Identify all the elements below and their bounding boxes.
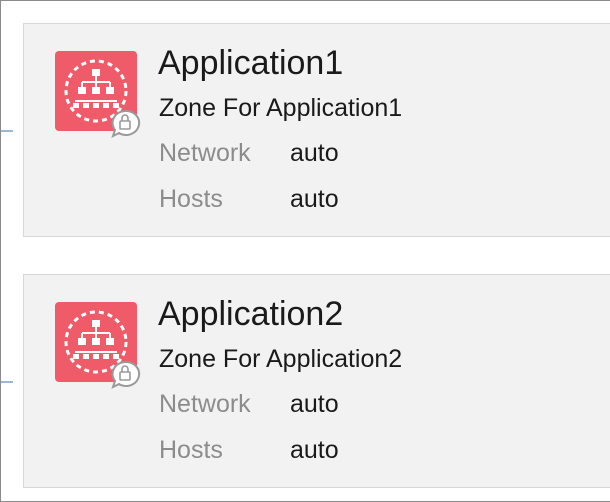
hosts-value: auto <box>290 436 339 464</box>
network-value: auto <box>290 139 339 167</box>
chat-lock-badge-icon <box>111 360 141 389</box>
hosts-label: Hosts <box>159 436 223 464</box>
zone-network-icon <box>55 51 141 138</box>
zone-name: Zone For Application2 <box>159 345 403 373</box>
network-label: Network <box>159 139 251 167</box>
application-name[interactable]: Application1 <box>158 44 343 83</box>
zone-card-application2[interactable]: Application2 Zone For Application2 Netwo… <box>23 274 610 488</box>
hosts-label: Hosts <box>159 185 223 213</box>
hosts-value: auto <box>290 185 339 213</box>
connector-line <box>1 130 13 132</box>
zone-card-application1[interactable]: Application1 Zone For Application1 Netwo… <box>23 23 610 237</box>
chat-lock-badge-icon <box>111 109 141 138</box>
connector-line <box>1 381 13 383</box>
network-value: auto <box>290 390 339 418</box>
zone-list-panel: Application1 Zone For Application1 Netwo… <box>0 0 610 502</box>
zone-name: Zone For Application1 <box>159 94 403 122</box>
zone-network-icon <box>55 302 141 389</box>
application-name[interactable]: Application2 <box>158 295 343 334</box>
network-label: Network <box>159 390 251 418</box>
